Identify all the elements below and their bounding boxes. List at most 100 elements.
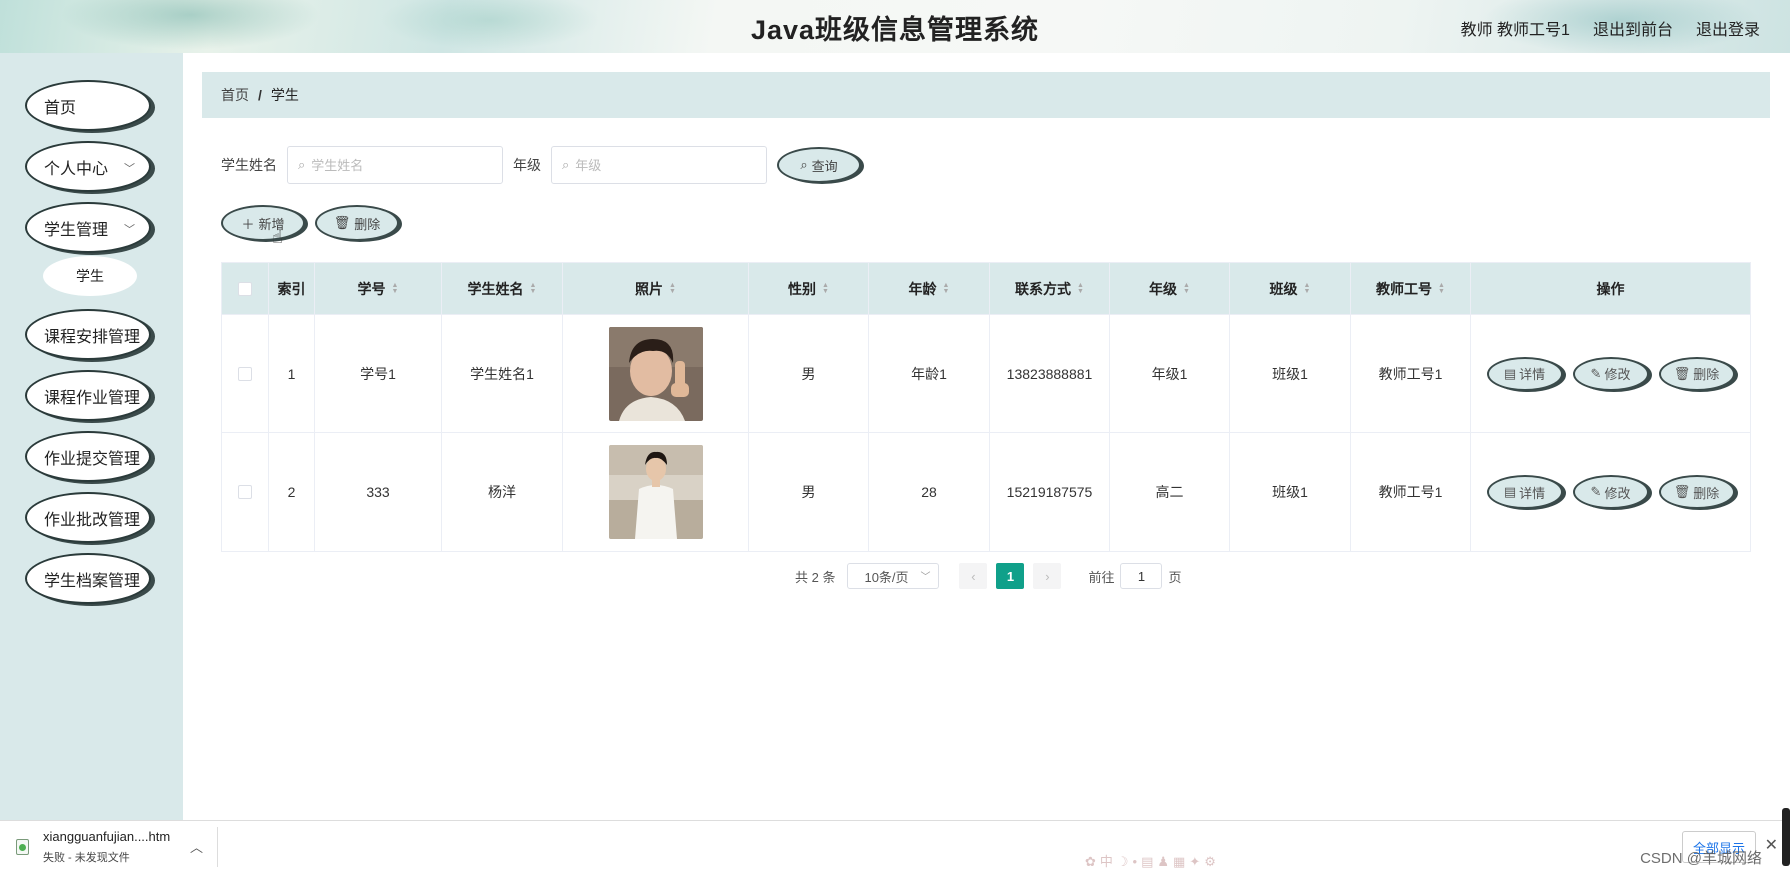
col-photo[interactable]: 照片 ▲ ▼: [563, 263, 749, 314]
trash-icon: 🗑: [1673, 484, 1691, 499]
breadcrumb-home[interactable]: 首页: [221, 85, 249, 105]
select-all-checkbox[interactable]: [238, 281, 252, 296]
scrollbar[interactable]: [1782, 808, 1790, 866]
chevron-down-icon: ﹀: [124, 163, 135, 175]
student-photo[interactable]: [608, 445, 703, 539]
sidebar-item-personal-center[interactable]: 个人中心 ﹀: [25, 141, 151, 192]
student-name-field[interactable]: ⌕: [287, 146, 503, 184]
top-header: Java班级信息管理系统 教师 教师工号1 退出到前台 退出登录: [0, 0, 1790, 55]
sort-icon: ▲ ▼: [1303, 281, 1311, 295]
cell-class: 班级1: [1230, 433, 1351, 551]
row-checkbox[interactable]: [238, 485, 252, 499]
goto-prefix: 前往: [1088, 569, 1115, 585]
search-icon: ⌕: [562, 157, 570, 172]
cell-age: 年龄1: [869, 315, 990, 432]
sidebar-subitem-student[interactable]: 学生: [43, 256, 137, 296]
search-icon: ⌕: [800, 157, 808, 172]
sidebar-item-label: 作业批改管理: [44, 511, 141, 529]
cell-age: 28: [869, 433, 990, 551]
edit-button[interactable]: ✎ 修改: [1572, 356, 1649, 391]
sort-icon: ▲ ▼: [822, 281, 829, 295]
student-photo[interactable]: [608, 326, 703, 421]
grade-input[interactable]: [575, 157, 746, 173]
goto-page: 前往 1 页: [1088, 563, 1182, 589]
action-bar: ＋ 新增 🗑 删除: [221, 205, 399, 241]
sidebar-item-course-homework[interactable]: 课程作业管理: [25, 370, 151, 421]
grade-field[interactable]: ⌕: [551, 146, 767, 184]
delete-button-label: 删除: [354, 216, 381, 232]
sidebar-item-student-management[interactable]: 学生管理 ﹀: [25, 202, 151, 253]
col-label: 性别: [788, 280, 817, 297]
page-size-select[interactable]: 10条/页 ﹀: [847, 563, 940, 589]
document-icon: ▤: [1503, 365, 1517, 381]
student-name-label: 学生姓名: [221, 157, 277, 173]
cell-gender: 男: [749, 433, 869, 551]
delete-button[interactable]: 🗑 删除: [1658, 356, 1735, 391]
col-student-no[interactable]: 学号 ▲ ▼: [315, 263, 442, 314]
goto-suffix: 页: [1168, 569, 1182, 585]
detail-label: 详情: [1519, 367, 1546, 382]
chevron-up-icon[interactable]: ︿: [190, 837, 203, 856]
col-grade[interactable]: 年级 ▲ ▼: [1110, 263, 1230, 314]
sort-icon: ▲ ▼: [529, 281, 537, 295]
cell-gender: 男: [749, 315, 869, 432]
delete-button[interactable]: 🗑 删除: [1658, 475, 1735, 509]
plus-icon: ＋: [241, 216, 255, 232]
sidebar-item-home[interactable]: 首页: [25, 80, 151, 131]
cell-photo: [563, 433, 749, 551]
download-item[interactable]: xiangguanfujian....htm 失败 - 未发现文件: [16, 829, 170, 865]
total-count: 共 2 条: [795, 569, 836, 585]
file-icon: [16, 839, 29, 855]
back-to-front-link[interactable]: 退出到前台: [1593, 16, 1673, 40]
sidebar-item-label: 首页: [44, 99, 77, 117]
col-contact[interactable]: 联系方式 ▲ ▼: [990, 263, 1110, 314]
trash-icon: 🗑: [333, 215, 351, 230]
detail-button[interactable]: ▤ 详情: [1486, 356, 1563, 391]
logout-link[interactable]: 退出登录: [1696, 16, 1760, 40]
pagination: 共 2 条 10条/页 ﹀ ‹ 1 › 前往 1 页: [795, 563, 1182, 589]
detail-button[interactable]: ▤ 详情: [1486, 475, 1563, 509]
cell-grade: 年级1: [1110, 315, 1230, 432]
sidebar-item-student-archive[interactable]: 学生档案管理: [25, 553, 151, 604]
sidebar-item-label: 学生管理: [44, 221, 109, 239]
sort-icon: ▲ ▼: [391, 281, 399, 295]
cell-name: 学生姓名1: [442, 315, 563, 432]
edit-button[interactable]: ✎ 修改: [1572, 475, 1649, 509]
chevron-right-icon: ›: [1045, 568, 1050, 584]
col-label: 年级: [1149, 280, 1178, 297]
sidebar-item-label: 作业提交管理: [44, 450, 141, 468]
col-gender[interactable]: 性别 ▲ ▼: [749, 263, 869, 314]
search-icon: ⌕: [298, 157, 306, 172]
prev-page-button[interactable]: ‹: [959, 563, 988, 589]
add-button[interactable]: ＋ 新增: [221, 205, 305, 241]
batch-delete-button[interactable]: 🗑 删除: [315, 205, 399, 241]
sort-icon: ▲ ▼: [942, 281, 950, 295]
chevron-left-icon: ‹: [971, 568, 976, 584]
delete-label: 删除: [1693, 485, 1720, 501]
next-page-button[interactable]: ›: [1033, 563, 1062, 589]
col-label: 年龄: [908, 280, 937, 297]
delete-label: 删除: [1693, 367, 1720, 382]
query-button[interactable]: ⌕ 查询: [777, 147, 861, 183]
sidebar-item-homework-grading[interactable]: 作业批改管理: [25, 492, 151, 543]
close-icon[interactable]: ✕: [1765, 835, 1778, 855]
col-teacher-no[interactable]: 教师工号 ▲ ▼: [1351, 263, 1471, 314]
col-label: 联系方式: [1015, 280, 1072, 297]
sidebar-item-homework-submission[interactable]: 作业提交管理: [25, 431, 151, 482]
col-class[interactable]: 班级 ▲ ▼: [1230, 263, 1351, 314]
col-label: 学生姓名: [467, 280, 524, 297]
cell-contact: 13823888881: [990, 315, 1110, 432]
goto-page-input[interactable]: 1: [1120, 563, 1163, 589]
col-label: 教师工号: [1376, 280, 1433, 297]
col-age[interactable]: 年龄 ▲ ▼: [869, 263, 990, 314]
sidebar-item-course-schedule[interactable]: 课程安排管理: [25, 309, 151, 360]
student-name-input[interactable]: [311, 157, 482, 173]
col-name[interactable]: 学生姓名 ▲ ▼: [442, 263, 563, 314]
col-ops: 操作: [1596, 280, 1625, 297]
student-table: 索引 学号 ▲ ▼ 学生姓名 ▲ ▼ 照片 ▲ ▼ 性别 ▲ ▼ 年龄 ▲ ▼ 联系方式 ▲ ▼ 年级 ▲…: [221, 262, 1751, 552]
cell-name: 杨洋: [442, 433, 563, 551]
edit-label: 修改: [1604, 367, 1631, 382]
row-checkbox[interactable]: [238, 366, 252, 381]
page-button[interactable]: 1: [996, 563, 1025, 589]
cell-teacher-no: 教师工号1: [1351, 315, 1471, 432]
